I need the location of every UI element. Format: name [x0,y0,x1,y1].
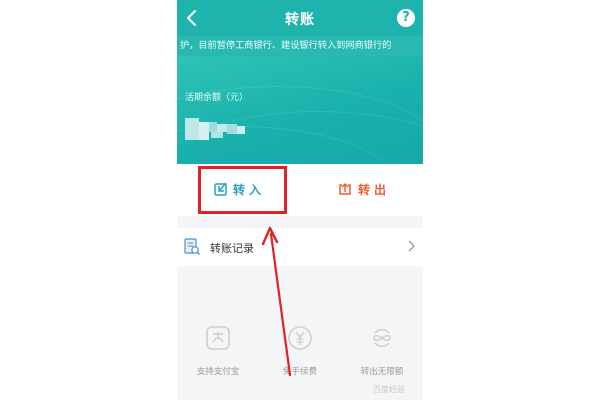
balance-card: 活期余额（元） [177,56,423,164]
records-document-icon [184,238,200,255]
feature-label: 转出无限额 [360,367,404,377]
transfer-out-icon [339,182,351,195]
help-icon[interactable]: ? [397,9,415,27]
phone-screen: 转账 ? 护，目前暂停工商银行、建设银行转入到网商银行的 活期余额（元） 转入 [177,0,423,400]
transfer-in-label: 转入 [233,183,266,197]
alipay-icon [206,326,230,350]
transfer-out-label: 转出 [358,183,391,197]
transfer-out-button[interactable]: 转出 [300,164,423,216]
top-bar: 转账 ? [177,0,423,36]
notice-banner: 护，目前暂停工商银行、建设银行转入到网商银行的 [177,36,423,56]
feature-label: 免手续费 [282,367,317,377]
records-label: 转账记录 [210,242,254,255]
transfer-records-row[interactable]: 转账记录 [177,228,423,266]
chevron-right-icon [408,240,415,252]
feature-no-fee: 免手续费 [259,322,341,382]
feature-label: 支持支付宝 [196,367,240,377]
feature-alipay: 支持支付宝 [177,322,259,382]
yuan-coin-icon [288,326,312,350]
feature-unlimited: 转出无限额 [341,322,423,382]
balance-amount-blurred [183,114,249,142]
watermark: 百度经验 [373,385,405,394]
page-title: 转账 [285,12,315,28]
transfer-in-icon [214,182,227,196]
transfer-in-button[interactable]: 转入 [177,164,300,216]
transfer-actions: 转入 转出 [177,164,423,216]
balance-label: 活期余额（元） [185,93,249,103]
infinity-icon [373,328,391,348]
